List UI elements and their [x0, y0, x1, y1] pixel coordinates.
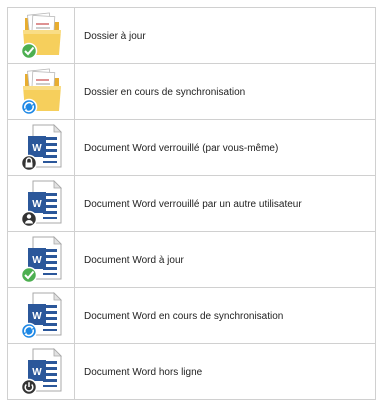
table-row: Document Word hors ligne — [7, 343, 376, 400]
word-locked-by-other-user-icon — [19, 178, 65, 228]
word-locked-by-you-icon — [19, 122, 65, 172]
status-label: Document Word à jour — [74, 231, 376, 288]
icon-cell — [7, 7, 75, 64]
icon-cell — [7, 175, 75, 232]
table-row: Dossier en cours de synchronisation — [7, 63, 376, 120]
status-label: Dossier en cours de synchronisation — [74, 63, 376, 120]
status-label: Document Word en cours de synchronisatio… — [74, 287, 376, 344]
status-label: Document Word verrouillé par un autre ut… — [74, 175, 376, 232]
table-row: Document Word en cours de synchronisatio… — [7, 287, 376, 344]
table-row: Document Word verrouillé (par vous-même) — [7, 119, 376, 176]
icon-cell — [7, 343, 75, 400]
table-row: Document Word verrouillé par un autre ut… — [7, 175, 376, 232]
word-synced-icon — [19, 234, 65, 284]
icon-cell — [7, 287, 75, 344]
folder-syncing-icon — [19, 66, 65, 116]
sync-status-legend-table: Dossier à jour Dossier en cours de synch… — [7, 7, 376, 400]
status-label: Document Word verrouillé (par vous-même) — [74, 119, 376, 176]
icon-cell — [7, 231, 75, 288]
word-offline-icon — [19, 346, 65, 396]
word-syncing-icon — [19, 290, 65, 340]
status-label: Document Word hors ligne — [74, 343, 376, 400]
icon-cell — [7, 119, 75, 176]
table-row: Document Word à jour — [7, 231, 376, 288]
folder-synced-icon — [19, 10, 65, 60]
icon-cell — [7, 63, 75, 120]
status-label: Dossier à jour — [74, 7, 376, 64]
table-row: Dossier à jour — [7, 7, 376, 64]
